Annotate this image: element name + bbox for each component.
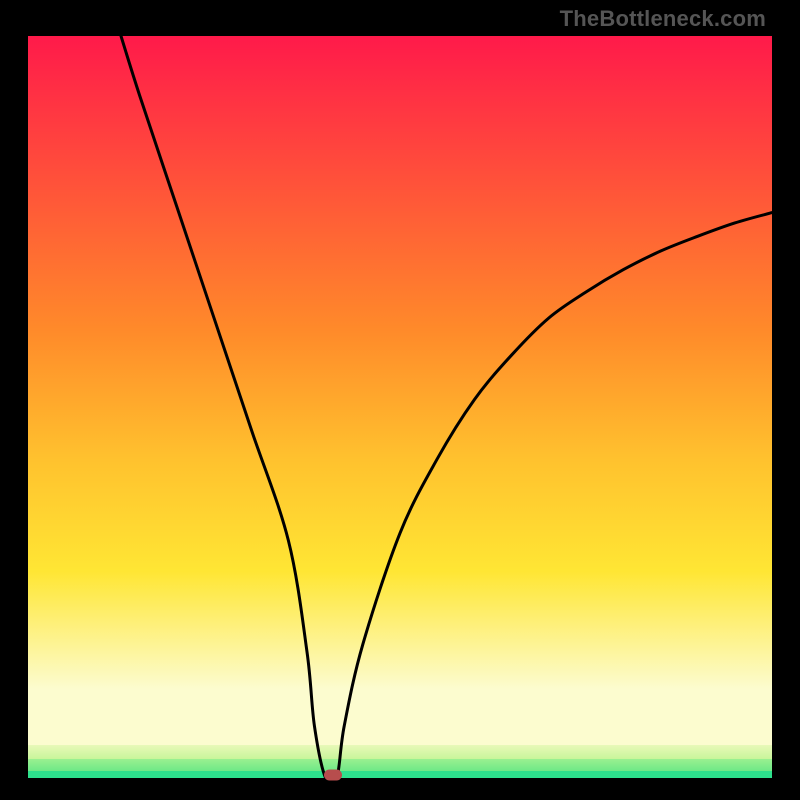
bottleneck-curve bbox=[28, 36, 772, 778]
attribution-text: TheBottleneck.com bbox=[560, 6, 766, 32]
plot-area bbox=[28, 36, 772, 778]
operating-point-marker bbox=[324, 770, 342, 781]
